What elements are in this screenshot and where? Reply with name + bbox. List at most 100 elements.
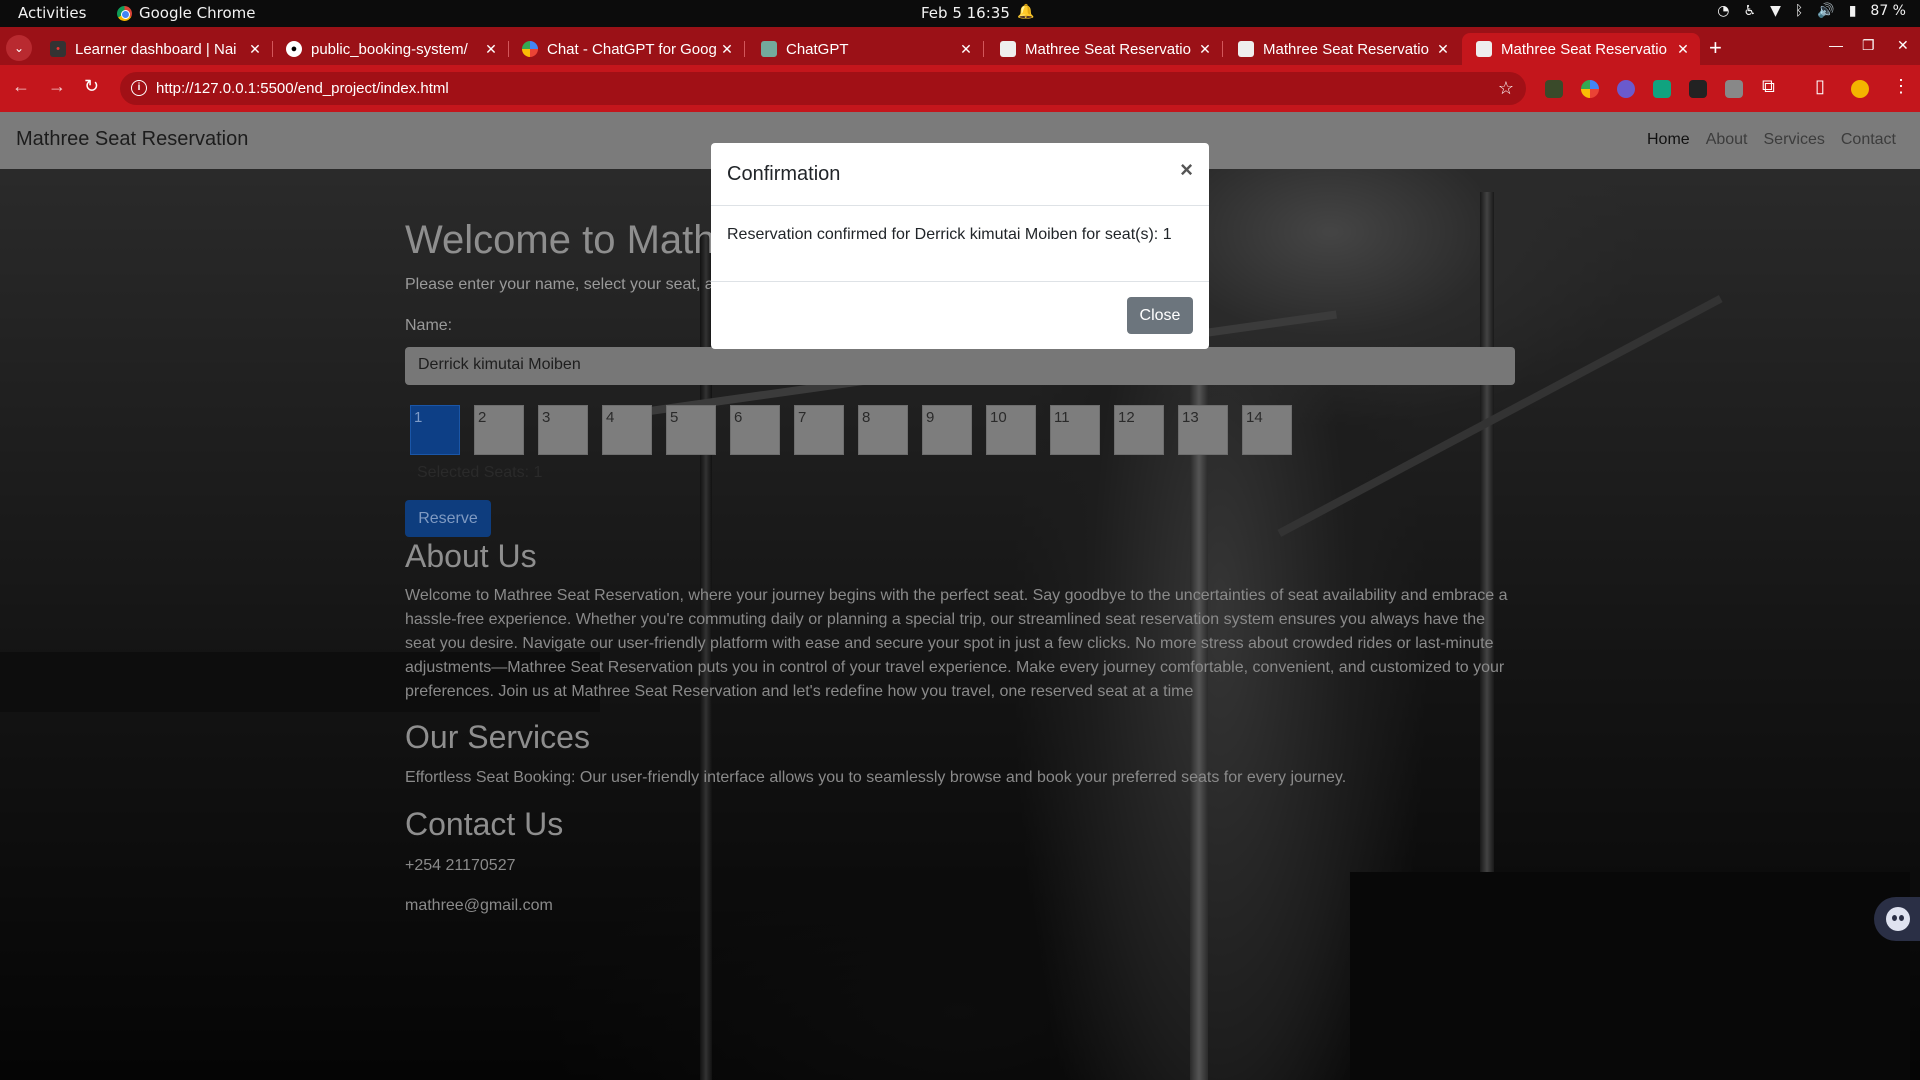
modal-header: Confirmation × (711, 143, 1209, 206)
network-indicator-icon: ◔ (1717, 3, 1730, 19)
forward-arrow-icon[interactable]: → (48, 76, 66, 97)
page-icon (1476, 41, 1492, 57)
assistant-bubble[interactable] (1874, 897, 1920, 941)
extension-icon[interactable] (1689, 80, 1707, 98)
tab-close-icon[interactable]: ✕ (480, 41, 502, 58)
tab-mathree-1[interactable]: Mathree Seat Reservatio ✕ (986, 33, 1223, 65)
confirmation-modal: Confirmation × Reservation confirmed for… (711, 143, 1209, 349)
back-arrow-icon[interactable]: ← (12, 76, 30, 97)
system-tray[interactable]: ◔ ♿ ▼ ᛒ 🔊 ▮ 87 % (1717, 3, 1906, 19)
seat-5[interactable]: 5 (666, 405, 716, 455)
modal-footer: Close (711, 282, 1209, 349)
seat-10[interactable]: 10 (986, 405, 1036, 455)
reload-icon[interactable]: ↻ (84, 76, 99, 97)
name-input[interactable]: Derrick kimutai Moiben (405, 347, 1515, 385)
extension-icon[interactable] (1617, 80, 1635, 98)
side-panel-icon[interactable]: ▯ (1815, 76, 1825, 97)
accessibility-icon: ♿ (1743, 3, 1757, 19)
seat-grid: 1 2 3 4 5 6 7 8 9 10 11 12 13 14 (410, 405, 1292, 455)
battery-level: 87 % (1870, 3, 1906, 19)
activities-button[interactable]: Activities (18, 4, 86, 22)
tab-close-icon[interactable]: ✕ (1432, 41, 1454, 58)
seat-2[interactable]: 2 (474, 405, 524, 455)
volume-icon: 🔊 (1817, 3, 1835, 19)
seat-6[interactable]: 6 (730, 405, 780, 455)
seat-11[interactable]: 11 (1050, 405, 1100, 455)
seat-3[interactable]: 3 (538, 405, 588, 455)
contact-email[interactable]: mathree@gmail.com (405, 894, 553, 918)
battery-icon: ▮ (1848, 3, 1857, 19)
tab-close-icon[interactable]: ✕ (1672, 41, 1694, 58)
url-text[interactable]: http://127.0.0.1:5500/end_project/index.… (156, 80, 449, 97)
new-tab-button[interactable]: + (1709, 35, 1722, 61)
maximize-icon[interactable]: ❐ (1862, 37, 1875, 54)
site-info-icon[interactable]: i (131, 80, 147, 96)
modal-message: Reservation confirmed for Derrick kimuta… (711, 206, 1209, 282)
address-bar[interactable]: i http://127.0.0.1:5500/end_project/inde… (120, 72, 1526, 105)
nav-contact[interactable]: Contact (1841, 131, 1896, 149)
services-heading: Our Services (405, 719, 590, 755)
tab-close-icon[interactable]: ✕ (955, 41, 977, 58)
bookmark-star-icon[interactable]: ☆ (1498, 78, 1514, 99)
browser-toolbar: ← → ↻ i http://127.0.0.1:5500/end_projec… (0, 65, 1920, 112)
chatgpt-icon (761, 41, 777, 57)
seat-1[interactable]: 1 (410, 405, 460, 455)
modal-close-button[interactable]: Close (1127, 297, 1193, 334)
extension-icon[interactable] (1653, 80, 1671, 98)
tab-learner-dashboard[interactable]: • Learner dashboard | Nai ✕ (36, 33, 273, 65)
tab-close-icon[interactable]: ✕ (244, 41, 266, 58)
tab-github[interactable]: ● public_booking-system/ ✕ (272, 33, 509, 65)
services-text: Effortless Seat Booking: Our user-friend… (405, 769, 1347, 786)
github-icon: ● (286, 41, 302, 57)
assistant-bot-icon (1886, 907, 1910, 931)
menu-kebab-icon[interactable]: ⋮ (1892, 76, 1910, 97)
app-name: Google Chrome (139, 4, 256, 22)
nav-links: Home About Services Contact (1647, 131, 1896, 149)
minimize-icon[interactable]: — (1829, 37, 1843, 53)
seat-7[interactable]: 7 (794, 405, 844, 455)
tab-mathree-active[interactable]: Mathree Seat Reservatio ✕ (1462, 33, 1700, 65)
seat-9[interactable]: 9 (922, 405, 972, 455)
profile-avatar[interactable] (1851, 80, 1869, 98)
window-close-icon[interactable]: ✕ (1897, 37, 1909, 54)
nav-services[interactable]: Services (1764, 131, 1825, 149)
puzzle-extensions-icon[interactable]: ⧉ (1762, 76, 1775, 97)
page-icon (1238, 41, 1254, 57)
seat-13[interactable]: 13 (1178, 405, 1228, 455)
bluetooth-icon: ᛒ (1794, 3, 1804, 19)
seat-4[interactable]: 4 (602, 405, 652, 455)
about-text: Welcome to Mathree Seat Reservation, whe… (405, 587, 1508, 700)
google-icon (522, 41, 538, 57)
selected-seats-text: Selected Seats: 1 (417, 464, 543, 481)
wifi-icon: ▼ (1770, 3, 1781, 19)
extension-icon[interactable] (1581, 80, 1599, 98)
clock[interactable]: Feb 5 16:35 (921, 4, 1010, 22)
tab-chat-google[interactable]: Chat - ChatGPT for Goog ✕ (508, 33, 745, 65)
seat-12[interactable]: 12 (1114, 405, 1164, 455)
extension-icon[interactable] (1725, 80, 1743, 98)
about-heading: About Us (405, 538, 537, 574)
tab-search-button[interactable]: ⌄ (6, 35, 32, 61)
seat-8[interactable]: 8 (858, 405, 908, 455)
tab-close-icon[interactable]: ✕ (1194, 41, 1216, 58)
notification-bell-icon: 🔔 (1017, 4, 1035, 20)
welcome-heading: Welcome to Math (405, 218, 716, 262)
tab-close-icon[interactable]: ✕ (716, 41, 738, 58)
seat-14[interactable]: 14 (1242, 405, 1292, 455)
nav-home[interactable]: Home (1647, 131, 1690, 149)
intro-text: Please enter your name, select your seat… (405, 276, 714, 293)
tab-strip: ⌄ • Learner dashboard | Nai ✕ ● public_b… (0, 27, 1920, 65)
extension-icon[interactable] (1545, 80, 1563, 98)
learner-icon: • (50, 41, 66, 57)
tab-chatgpt[interactable]: ChatGPT ✕ (747, 33, 984, 65)
tab-mathree-2[interactable]: Mathree Seat Reservatio ✕ (1224, 33, 1460, 65)
modal-close-icon[interactable]: × (1180, 157, 1193, 183)
chrome-icon (117, 5, 132, 21)
page-viewport: Mathree Seat Reservation Home About Serv… (0, 112, 1920, 1080)
os-top-bar: Activities Google Chrome Feb 5 16:35 🔔 ◔… (0, 0, 1920, 27)
app-menu[interactable]: Google Chrome (117, 4, 256, 22)
modal-title: Confirmation (727, 163, 841, 185)
site-brand[interactable]: Mathree Seat Reservation (16, 128, 248, 151)
nav-about[interactable]: About (1706, 131, 1748, 149)
reserve-button[interactable]: Reserve (405, 500, 491, 537)
